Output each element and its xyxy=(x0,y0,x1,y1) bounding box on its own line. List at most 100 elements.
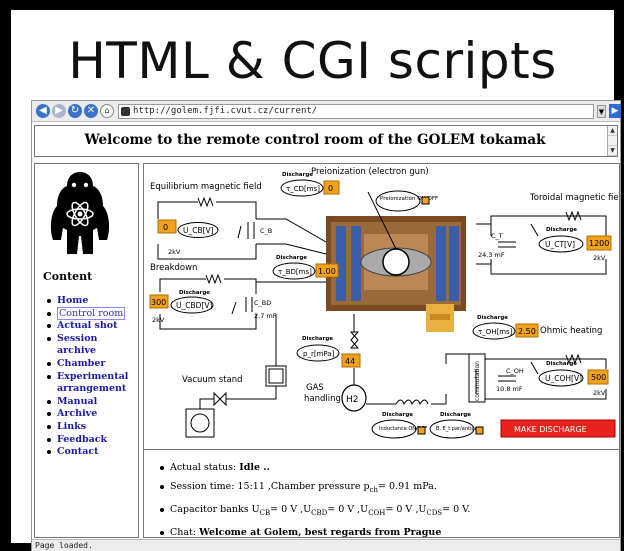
oh-discharge-text: Discharge xyxy=(546,361,577,367)
stop-icon[interactable]: ✕ xyxy=(84,104,98,118)
bank-sub: COH xyxy=(368,508,386,517)
status-banks: Capacitor banks UCB= 0 V ,UCBD= 0 V ,UCO… xyxy=(158,500,470,523)
tor-capval: 24.3 mF xyxy=(478,251,505,259)
sidebar-item-actual-shot[interactable]: Actual shot xyxy=(45,320,139,333)
make-discharge-button[interactable]: MAKE DISCHARGE xyxy=(500,419,616,438)
back-icon[interactable]: ◀ xyxy=(36,104,50,118)
tbd-value: 1.00 xyxy=(318,267,336,276)
forward-icon[interactable]: ▶ xyxy=(52,104,66,118)
site-icon xyxy=(121,107,130,116)
tor-knob-label: U_CT[V] xyxy=(545,240,575,249)
bd-capval: 2.7 mF xyxy=(254,312,277,320)
bank-sub: CDS xyxy=(426,508,443,517)
sidebar-item-chamber[interactable]: Chamber xyxy=(45,358,139,371)
bank-text: = 0 V ,U xyxy=(270,503,312,515)
sidebar-item-label: Control room xyxy=(57,306,126,320)
sidebar: Content Home Control room Actual shot Se… xyxy=(34,163,139,538)
sidebar-item-contact[interactable]: Contact xyxy=(45,446,139,459)
header-scrollbar[interactable]: ▲ ▼ xyxy=(607,126,617,156)
ohmic-title: Ohmic heating xyxy=(540,326,602,336)
scroll-thumb[interactable] xyxy=(608,136,617,146)
slide: HTML & CGI scripts ◀ ▶ ↻ ✕ ⌂ http://gole… xyxy=(11,10,621,551)
tor-discharge-text: Discharge xyxy=(546,227,577,233)
tor-value: 1200 xyxy=(589,239,609,248)
bank-text: = 0 V. xyxy=(442,503,471,515)
url-dropdown-icon[interactable]: ▼ xyxy=(597,105,606,118)
bank-sub: CBD xyxy=(311,508,328,517)
chat-label: Chat: xyxy=(170,526,197,538)
make-discharge-label: MAKE DISCHARGE xyxy=(514,425,587,434)
bd-value: 300 xyxy=(151,298,166,307)
tcd-discharge-text: Discharge xyxy=(282,172,313,178)
field-label: B, E_t par/antipar xyxy=(436,426,481,432)
bd-knob-label: U_CBD[V] xyxy=(176,301,212,310)
sidebar-item-control-room[interactable]: Control room xyxy=(45,306,139,321)
sidebar-item-label: Experimental arrangement xyxy=(57,370,129,395)
browser-window: ◀ ▶ ↻ ✕ ⌂ http://golem.fjfi.cvut.cz/curr… xyxy=(31,100,621,551)
home-icon[interactable]: ⌂ xyxy=(100,104,114,118)
inductance-checkbox[interactable] xyxy=(417,426,426,435)
sidebar-item-label: Links xyxy=(57,420,87,432)
preionization-title: Preionization (electron gun) xyxy=(311,167,429,177)
session-text: Session time: 15:11 ,Chamber pressure p xyxy=(170,481,370,492)
commutation-label: commutation xyxy=(474,361,481,401)
url-field[interactable]: http://golem.fjfi.cvut.cz/current/ xyxy=(118,104,594,119)
chat-message: Welcome at Golem, best regards from Prag… xyxy=(199,526,442,538)
status-list: Actual status: Idle .. Session time: 15:… xyxy=(158,458,470,542)
control-frame: Preionization (electron gun) Equilibrium… xyxy=(143,163,620,538)
reload-icon[interactable]: ↻ xyxy=(68,104,82,118)
oh-knob-label: U_COH[V] xyxy=(545,374,582,383)
scroll-up-icon[interactable]: ▲ xyxy=(608,126,617,136)
slide-title: HTML & CGI scripts xyxy=(68,32,557,90)
banks-prefix: Capacitor banks U xyxy=(170,503,260,515)
bd-cap-label: C_BD xyxy=(254,299,271,307)
bd-discharge-text: Discharge xyxy=(179,290,210,296)
golem-logo xyxy=(50,172,110,254)
gas-title: GAS xyxy=(306,383,324,393)
status-actual-label: Actual status: xyxy=(170,462,237,473)
oh-value: 500 xyxy=(591,373,606,382)
sidebar-item-feedback[interactable]: Feedback xyxy=(45,434,139,447)
pressure-label: p_r[mPa] xyxy=(303,350,335,358)
sidebar-item-label: Chamber xyxy=(57,357,106,369)
sidebar-item-label: Archive xyxy=(57,408,98,420)
bank-text: = 0 V ,U xyxy=(385,503,427,515)
sidebar-item-archive[interactable]: Archive xyxy=(45,408,139,421)
gas-valve-icon xyxy=(349,331,360,349)
sidebar-item-manual[interactable]: Manual xyxy=(45,396,139,409)
go-icon[interactable]: ▶ xyxy=(609,104,621,118)
nav-list: Home Control room Actual shot Session ar… xyxy=(45,295,139,459)
tcd-value: 0 xyxy=(328,184,333,193)
field-checkbox[interactable] xyxy=(475,426,484,435)
eq-cap-label: C_B xyxy=(260,227,272,235)
eq-knob-label: U_CB[V] xyxy=(183,226,214,235)
electron-gun-icon xyxy=(382,248,410,276)
status-actual: Actual status: Idle .. xyxy=(158,458,470,477)
h2-label: H2 xyxy=(346,395,359,405)
sidebar-item-experimental-arrangement[interactable]: Experimental arrangement xyxy=(45,371,139,396)
gas-title-2: handling xyxy=(304,394,341,404)
preion-checkbox[interactable] xyxy=(421,196,430,205)
sidebar-item-label: Home xyxy=(57,295,89,306)
sidebar-item-label: Actual shot xyxy=(57,320,118,332)
browser-statusbar: Page loaded. xyxy=(32,539,620,551)
toh-value: 2.50 xyxy=(518,327,536,336)
equilibrium-title: Equilibrium magnetic field xyxy=(150,182,262,192)
session-suffix: = 0.91 mPa. xyxy=(378,481,437,492)
status-actual-value: Idle .. xyxy=(239,462,270,473)
bank-sub: CB xyxy=(259,508,271,517)
session-sub: ch xyxy=(369,485,379,494)
pressure-discharge-text: Discharge xyxy=(302,336,333,342)
sidebar-item-links[interactable]: Links xyxy=(45,421,139,434)
status-panel: Actual status: Idle .. Session time: 15:… xyxy=(144,449,619,538)
browser-toolbar: ◀ ▶ ↻ ✕ ⌂ http://golem.fjfi.cvut.cz/curr… xyxy=(32,101,621,122)
content-heading: Content xyxy=(43,270,93,283)
scroll-down-icon[interactable]: ▼ xyxy=(608,146,617,156)
field-discharge-text: Discharge xyxy=(440,412,471,418)
toroidal-title: Toroidal magnetic field xyxy=(529,193,618,203)
sidebar-item-label: Manual xyxy=(57,395,98,407)
sidebar-item-session-archive[interactable]: Session archive xyxy=(45,333,139,358)
breakdown-title: Breakdown xyxy=(150,263,197,273)
oh-capval: 10.8 mF xyxy=(496,385,523,393)
sidebar-item-home[interactable]: Home xyxy=(45,295,139,308)
